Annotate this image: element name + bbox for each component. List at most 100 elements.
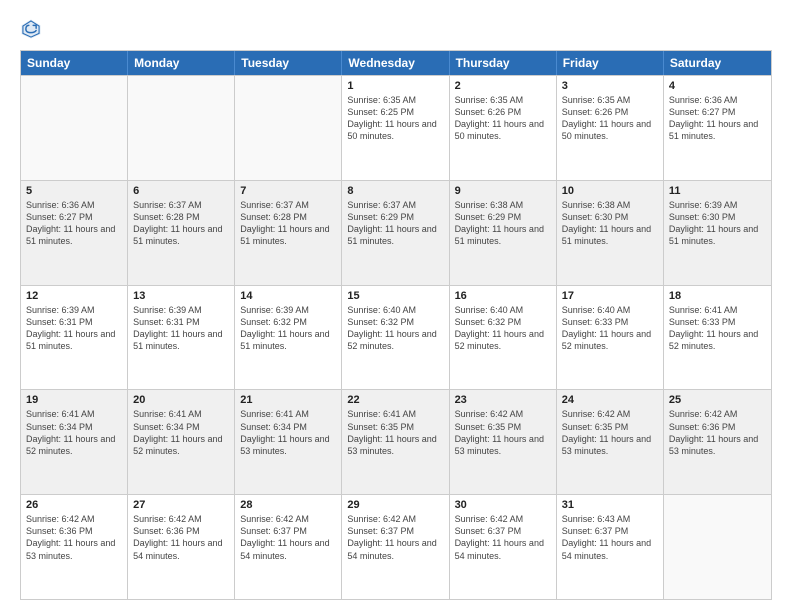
day-number: 28 (240, 499, 336, 511)
cell-info: Sunrise: 6:35 AM Sunset: 6:25 PM Dayligh… (347, 94, 443, 143)
day-cell-16: 16 Sunrise: 6:40 AM Sunset: 6:32 PM Dayli… (450, 286, 557, 390)
day-number: 4 (669, 80, 766, 92)
cell-info: Sunrise: 6:42 AM Sunset: 6:36 PM Dayligh… (26, 513, 122, 562)
cell-info: Sunrise: 6:43 AM Sunset: 6:37 PM Dayligh… (562, 513, 658, 562)
day-number: 20 (133, 394, 229, 406)
day-cell-3: 3Sunrise: 6:35 AM Sunset: 6:26 PM Daylig… (557, 76, 664, 180)
day-cell-26: 26 Sunrise: 6:42 AM Sunset: 6:36 PM Dayli… (21, 495, 128, 599)
day-number: 19 (26, 394, 122, 406)
empty-cell (128, 76, 235, 180)
header (20, 18, 772, 40)
cell-info: Sunrise: 6:41 AM Sunset: 6:35 PM Dayligh… (347, 408, 443, 457)
day-header-monday: Monday (128, 51, 235, 75)
cell-info: Sunrise: 6:37 AM Sunset: 6:28 PM Dayligh… (240, 199, 336, 248)
day-number: 13 (133, 290, 229, 302)
day-number: 11 (669, 185, 766, 197)
day-number: 30 (455, 499, 551, 511)
cell-info: Sunrise: 6:42 AM Sunset: 6:36 PM Dayligh… (669, 408, 766, 457)
day-number: 8 (347, 185, 443, 197)
day-number: 16 (455, 290, 551, 302)
week-row-3: 12 Sunrise: 6:39 AM Sunset: 6:31 PM Dayli… (21, 285, 771, 390)
day-number: 18 (669, 290, 766, 302)
cell-info: Sunrise: 6:37 AM Sunset: 6:28 PM Dayligh… (133, 199, 229, 248)
day-number: 9 (455, 185, 551, 197)
cell-info: Sunrise: 6:41 AM Sunset: 6:34 PM Dayligh… (240, 408, 336, 457)
day-number: 1 (347, 80, 443, 92)
day-number: 2 (455, 80, 551, 92)
day-number: 5 (26, 185, 122, 197)
day-cell-13: 13 Sunrise: 6:39 AM Sunset: 6:31 PM Dayli… (128, 286, 235, 390)
day-cell-15: 15Sunrise: 6:40 AM Sunset: 6:32 PM Dayli… (342, 286, 449, 390)
day-header-friday: Friday (557, 51, 664, 75)
week-row-2: 5 Sunrise: 6:36 AM Sunset: 6:27 PM Daylig… (21, 180, 771, 285)
day-cell-11: 11 Sunrise: 6:39 AM Sunset: 6:30 PM Dayli… (664, 181, 771, 285)
day-number: 7 (240, 185, 336, 197)
cell-info: Sunrise: 6:41 AM Sunset: 6:34 PM Dayligh… (26, 408, 122, 457)
day-cell-25: 25 Sunrise: 6:42 AM Sunset: 6:36 PM Dayli… (664, 390, 771, 494)
day-number: 21 (240, 394, 336, 406)
week-row-4: 19 Sunrise: 6:41 AM Sunset: 6:34 PM Dayli… (21, 389, 771, 494)
page: SundayMondayTuesdayWednesdayThursdayFrid… (0, 0, 792, 612)
day-cell-21: 21 Sunrise: 6:41 AM Sunset: 6:34 PM Dayli… (235, 390, 342, 494)
day-cell-17: 17Sunrise: 6:40 AM Sunset: 6:33 PM Dayli… (557, 286, 664, 390)
day-header-thursday: Thursday (450, 51, 557, 75)
day-cell-23: 23 Sunrise: 6:42 AM Sunset: 6:35 PM Dayli… (450, 390, 557, 494)
cell-info: Sunrise: 6:35 AM Sunset: 6:26 PM Dayligh… (562, 94, 658, 143)
cell-info: Sunrise: 6:39 AM Sunset: 6:31 PM Dayligh… (133, 304, 229, 353)
cell-info: Sunrise: 6:39 AM Sunset: 6:32 PM Dayligh… (240, 304, 336, 353)
day-cell-9: 9 Sunrise: 6:38 AM Sunset: 6:29 PM Daylig… (450, 181, 557, 285)
calendar: SundayMondayTuesdayWednesdayThursdayFrid… (20, 50, 772, 600)
cell-info: Sunrise: 6:42 AM Sunset: 6:37 PM Dayligh… (347, 513, 443, 562)
day-cell-20: 20 Sunrise: 6:41 AM Sunset: 6:34 PM Dayli… (128, 390, 235, 494)
cell-info: Sunrise: 6:40 AM Sunset: 6:32 PM Dayligh… (455, 304, 551, 353)
cell-info: Sunrise: 6:42 AM Sunset: 6:35 PM Dayligh… (455, 408, 551, 457)
day-cell-18: 18 Sunrise: 6:41 AM Sunset: 6:33 PM Dayli… (664, 286, 771, 390)
day-number: 22 (347, 394, 443, 406)
day-cell-4: 4 Sunrise: 6:36 AM Sunset: 6:27 PM Daylig… (664, 76, 771, 180)
day-number: 10 (562, 185, 658, 197)
empty-cell (664, 495, 771, 599)
day-number: 29 (347, 499, 443, 511)
empty-cell (235, 76, 342, 180)
day-number: 31 (562, 499, 658, 511)
cell-info: Sunrise: 6:42 AM Sunset: 6:37 PM Dayligh… (240, 513, 336, 562)
day-header-wednesday: Wednesday (342, 51, 449, 75)
calendar-body: 1 Sunrise: 6:35 AM Sunset: 6:25 PM Daylig… (21, 75, 771, 599)
day-number: 6 (133, 185, 229, 197)
day-number: 26 (26, 499, 122, 511)
cell-info: Sunrise: 6:42 AM Sunset: 6:37 PM Dayligh… (455, 513, 551, 562)
cell-info: Sunrise: 6:36 AM Sunset: 6:27 PM Dayligh… (669, 94, 766, 143)
day-header-saturday: Saturday (664, 51, 771, 75)
cell-info: Sunrise: 6:37 AM Sunset: 6:29 PM Dayligh… (347, 199, 443, 248)
empty-cell (21, 76, 128, 180)
day-cell-31: 31 Sunrise: 6:43 AM Sunset: 6:37 PM Dayli… (557, 495, 664, 599)
day-cell-22: 22 Sunrise: 6:41 AM Sunset: 6:35 PM Dayli… (342, 390, 449, 494)
day-header-sunday: Sunday (21, 51, 128, 75)
cell-info: Sunrise: 6:39 AM Sunset: 6:31 PM Dayligh… (26, 304, 122, 353)
day-cell-19: 19 Sunrise: 6:41 AM Sunset: 6:34 PM Dayli… (21, 390, 128, 494)
calendar-header: SundayMondayTuesdayWednesdayThursdayFrid… (21, 51, 771, 75)
day-cell-5: 5 Sunrise: 6:36 AM Sunset: 6:27 PM Daylig… (21, 181, 128, 285)
day-cell-12: 12 Sunrise: 6:39 AM Sunset: 6:31 PM Dayli… (21, 286, 128, 390)
day-cell-29: 29 Sunrise: 6:42 AM Sunset: 6:37 PM Dayli… (342, 495, 449, 599)
day-cell-2: 2Sunrise: 6:35 AM Sunset: 6:26 PM Daylig… (450, 76, 557, 180)
cell-info: Sunrise: 6:40 AM Sunset: 6:32 PM Dayligh… (347, 304, 443, 353)
day-cell-7: 7 Sunrise: 6:37 AM Sunset: 6:28 PM Daylig… (235, 181, 342, 285)
day-number: 24 (562, 394, 658, 406)
cell-info: Sunrise: 6:41 AM Sunset: 6:34 PM Dayligh… (133, 408, 229, 457)
cell-info: Sunrise: 6:36 AM Sunset: 6:27 PM Dayligh… (26, 199, 122, 248)
day-cell-28: 28 Sunrise: 6:42 AM Sunset: 6:37 PM Dayli… (235, 495, 342, 599)
week-row-1: 1 Sunrise: 6:35 AM Sunset: 6:25 PM Daylig… (21, 75, 771, 180)
day-number: 25 (669, 394, 766, 406)
week-row-5: 26 Sunrise: 6:42 AM Sunset: 6:36 PM Dayli… (21, 494, 771, 599)
cell-info: Sunrise: 6:38 AM Sunset: 6:30 PM Dayligh… (562, 199, 658, 248)
day-cell-10: 10 Sunrise: 6:38 AM Sunset: 6:30 PM Dayli… (557, 181, 664, 285)
day-number: 12 (26, 290, 122, 302)
day-header-tuesday: Tuesday (235, 51, 342, 75)
cell-info: Sunrise: 6:41 AM Sunset: 6:33 PM Dayligh… (669, 304, 766, 353)
cell-info: Sunrise: 6:38 AM Sunset: 6:29 PM Dayligh… (455, 199, 551, 248)
day-cell-8: 8 Sunrise: 6:37 AM Sunset: 6:29 PM Daylig… (342, 181, 449, 285)
cell-info: Sunrise: 6:39 AM Sunset: 6:30 PM Dayligh… (669, 199, 766, 248)
day-cell-30: 30 Sunrise: 6:42 AM Sunset: 6:37 PM Dayli… (450, 495, 557, 599)
day-number: 23 (455, 394, 551, 406)
